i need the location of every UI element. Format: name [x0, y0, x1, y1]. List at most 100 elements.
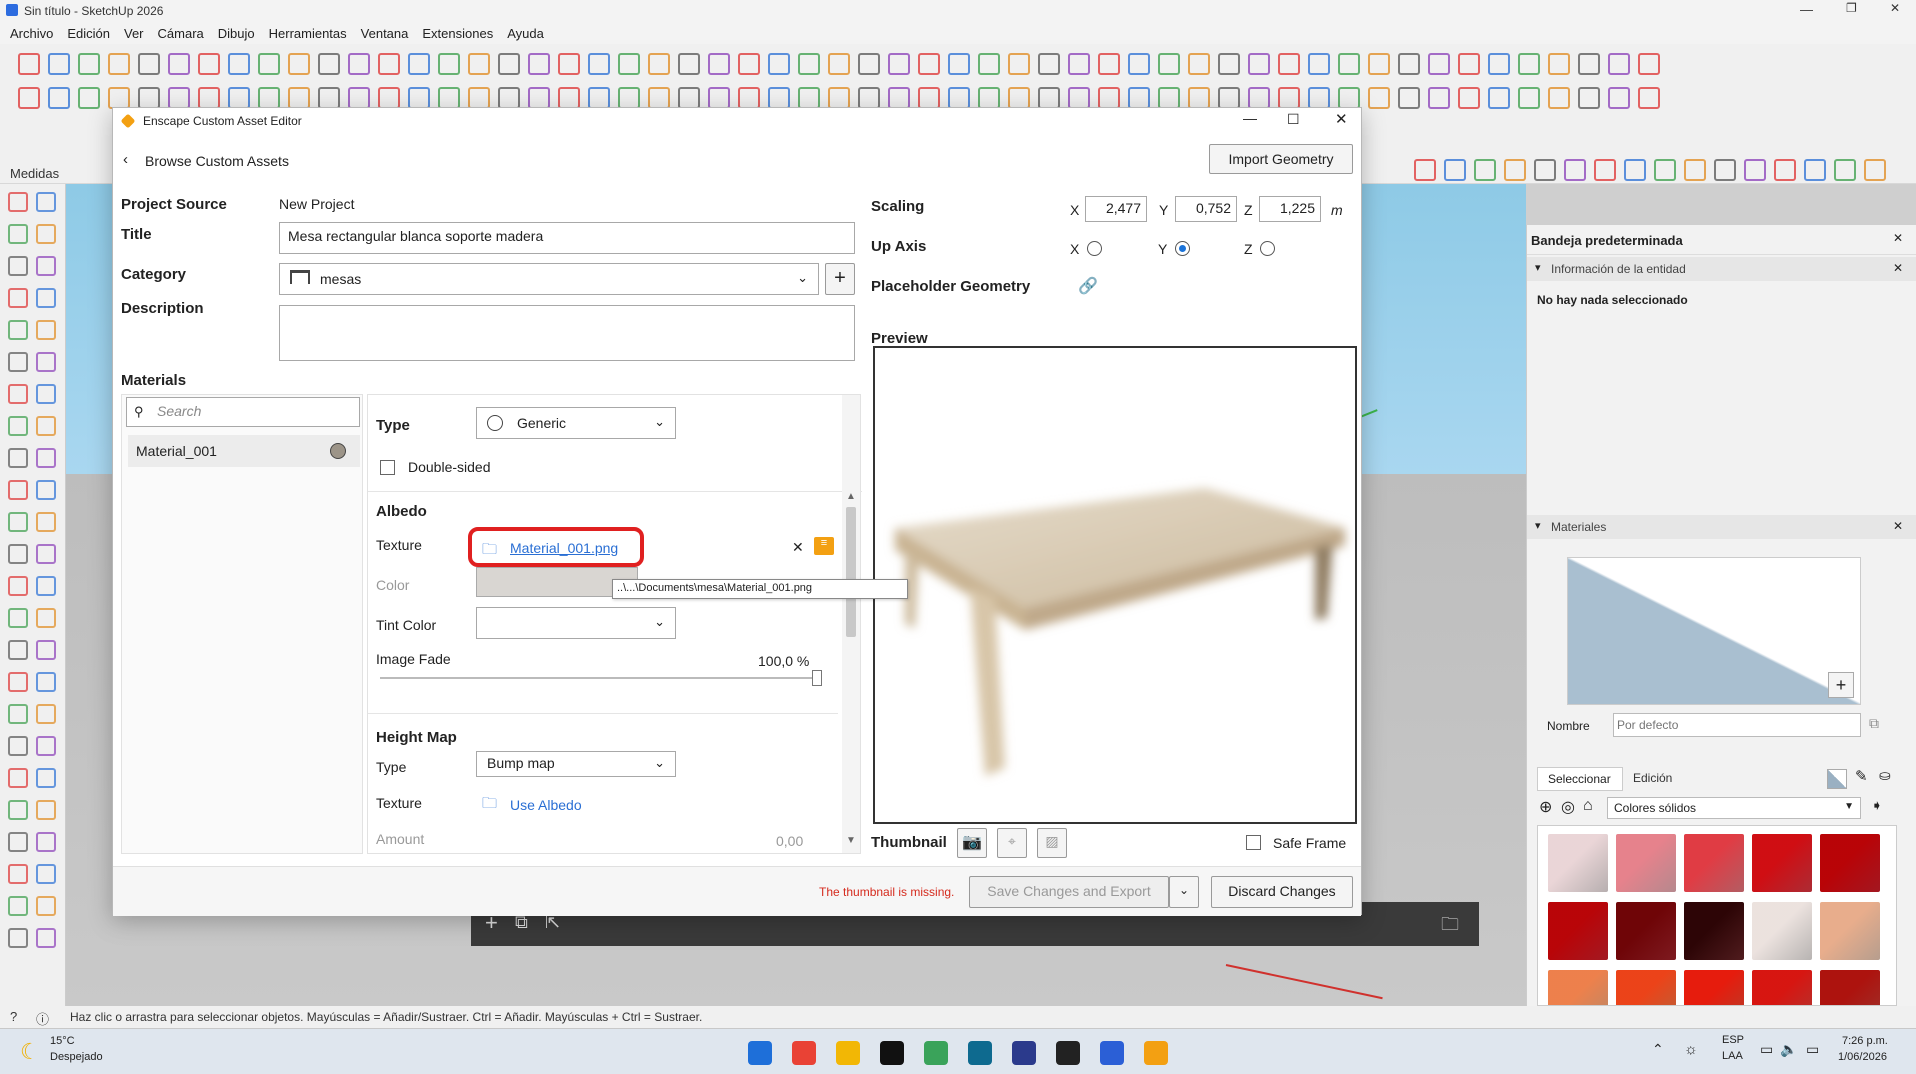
folder-icon[interactable]: 🗀 — [482, 793, 497, 818]
shape-tool-icon[interactable] — [1744, 159, 1766, 181]
shape-tool-icon[interactable] — [1804, 159, 1826, 181]
toolbar-tool-icon[interactable] — [1338, 87, 1360, 109]
drawing-tool-icon[interactable] — [36, 768, 56, 788]
thumbnail-image-button[interactable]: ▨ — [1037, 828, 1067, 858]
toolbar-tool-icon[interactable] — [1398, 87, 1420, 109]
toolbar-tool-icon[interactable] — [618, 53, 640, 75]
description-input[interactable] — [279, 305, 855, 361]
taskbar-app-icon[interactable] — [1144, 1041, 1168, 1065]
toolbar-tool-icon[interactable] — [258, 87, 280, 109]
toolbar-tool-icon[interactable] — [1638, 53, 1660, 75]
drawing-tool-icon[interactable] — [36, 352, 56, 372]
toolbar-tool-icon[interactable] — [1308, 53, 1330, 75]
menu-extensiones[interactable]: Extensiones — [422, 26, 493, 41]
remove-texture-icon[interactable]: ✕ — [792, 539, 804, 556]
toolbar-tool-icon[interactable] — [1428, 53, 1450, 75]
toolbar-tool-icon[interactable] — [48, 53, 70, 75]
scale-x-input[interactable]: 2,477 — [1085, 196, 1147, 222]
menu-ayuda[interactable]: Ayuda — [507, 26, 544, 41]
toolbar-tool-icon[interactable] — [288, 87, 310, 109]
toolbar-tool-icon[interactable] — [798, 87, 820, 109]
clock-time[interactable]: 7:26 p.m. — [1842, 1035, 1888, 1047]
material-swatch[interactable] — [1820, 902, 1880, 960]
image-fade-slider-thumb[interactable] — [812, 670, 822, 686]
drawing-tool-icon[interactable] — [36, 576, 56, 596]
toolbar-tool-icon[interactable] — [1608, 87, 1630, 109]
drawing-tool-icon[interactable] — [8, 928, 28, 948]
tint-color-dropdown[interactable]: ⌄ — [476, 607, 676, 639]
create-material-icon[interactable]: + — [1828, 672, 1854, 698]
toolbar-tool-icon[interactable] — [588, 53, 610, 75]
collapse-chevron-icon[interactable]: ▾ — [1535, 261, 1541, 274]
toolbar-tool-icon[interactable] — [978, 87, 1000, 109]
toolbar-tool-icon[interactable] — [1278, 87, 1300, 109]
toolbar-tool-icon[interactable] — [1158, 87, 1180, 109]
toolbar-tool-icon[interactable] — [78, 53, 100, 75]
material-name-input[interactable] — [1613, 713, 1861, 737]
toolbar-tool-icon[interactable] — [1518, 53, 1540, 75]
toolbar-tool-icon[interactable] — [1608, 53, 1630, 75]
drawing-tool-icon[interactable] — [8, 768, 28, 788]
drawing-tool-icon[interactable] — [36, 224, 56, 244]
toolbar-tool-icon[interactable] — [1158, 53, 1180, 75]
thumbnail-location-button[interactable]: ⌖ — [997, 828, 1027, 858]
tab-seleccionar[interactable]: Seleccionar — [1537, 767, 1623, 791]
safe-frame-checkbox[interactable] — [1246, 835, 1261, 850]
drawing-tool-icon[interactable] — [36, 832, 56, 852]
toolbar-tool-icon[interactable] — [948, 87, 970, 109]
capture-thumbnail-camera-button[interactable]: 📷 — [957, 828, 987, 858]
drawing-tool-icon[interactable] — [8, 256, 28, 276]
material-search-input[interactable]: Search — [126, 397, 360, 427]
drawing-tool-icon[interactable] — [36, 800, 56, 820]
shape-tool-icon[interactable] — [1684, 159, 1706, 181]
material-swatch[interactable] — [1684, 834, 1744, 892]
taskbar-app-icon[interactable] — [748, 1041, 772, 1065]
toolbar-tool-icon[interactable] — [738, 53, 760, 75]
dialog-close-icon[interactable]: ✕ — [1335, 110, 1348, 128]
toolbar-tool-icon[interactable] — [48, 87, 70, 109]
drawing-tool-icon[interactable] — [36, 192, 56, 212]
drawing-tool-icon[interactable] — [8, 544, 28, 564]
taskbar-app-icon[interactable] — [1100, 1041, 1124, 1065]
toolbar-tool-icon[interactable] — [528, 87, 550, 109]
toolbar-tool-icon[interactable] — [948, 53, 970, 75]
drawing-tool-icon[interactable] — [36, 416, 56, 436]
menu-edicion[interactable]: Edición — [67, 26, 110, 41]
scrollbar-thumb[interactable] — [846, 507, 856, 637]
toolbar-tool-icon[interactable] — [318, 87, 340, 109]
toolbar-tool-icon[interactable] — [858, 53, 880, 75]
close-icon[interactable]: ✕ — [1890, 1, 1900, 15]
drawing-tool-icon[interactable] — [36, 640, 56, 660]
drawing-tool-icon[interactable] — [8, 288, 28, 308]
save-changes-export-button[interactable]: Save Changes and Export — [969, 876, 1169, 908]
drawing-tool-icon[interactable] — [36, 256, 56, 276]
minimize-icon[interactable]: — — [1800, 2, 1813, 17]
toolbar-tool-icon[interactable] — [228, 53, 250, 75]
save-options-dropdown[interactable]: ⌄ — [1169, 876, 1199, 908]
browse-assets-link[interactable]: Browse Custom Assets — [145, 153, 289, 169]
toolbar-tool-icon[interactable] — [1398, 53, 1420, 75]
toolbar-tool-icon[interactable] — [1518, 87, 1540, 109]
weather-text[interactable]: Despejado — [50, 1051, 103, 1063]
shape-tool-icon[interactable] — [1534, 159, 1556, 181]
toolbar-tool-icon[interactable] — [498, 53, 520, 75]
toolbar-tool-icon[interactable] — [318, 53, 340, 75]
toolbar-tool-icon[interactable] — [1008, 53, 1030, 75]
toolbar-tool-icon[interactable] — [498, 87, 520, 109]
toolbar-tool-icon[interactable] — [1038, 53, 1060, 75]
toolbar-tool-icon[interactable] — [1548, 87, 1570, 109]
material-swatch[interactable] — [1752, 834, 1812, 892]
toolbar-tool-icon[interactable] — [648, 53, 670, 75]
menu-herramientas[interactable]: Herramientas — [269, 26, 347, 41]
shape-tool-icon[interactable] — [1504, 159, 1526, 181]
material-swatch[interactable] — [1752, 970, 1812, 1005]
discard-changes-button[interactable]: Discard Changes — [1211, 876, 1353, 908]
toolbar-tool-icon[interactable] — [258, 53, 280, 75]
asset-preview[interactable] — [873, 346, 1357, 824]
shape-tool-icon[interactable] — [1714, 159, 1736, 181]
drawing-tool-icon[interactable] — [36, 480, 56, 500]
details-arrow-icon[interactable]: ➧ — [1871, 797, 1883, 814]
toolbar-tool-icon[interactable] — [1068, 53, 1090, 75]
toolbar-tool-icon[interactable] — [288, 53, 310, 75]
drawing-tool-icon[interactable] — [36, 672, 56, 692]
